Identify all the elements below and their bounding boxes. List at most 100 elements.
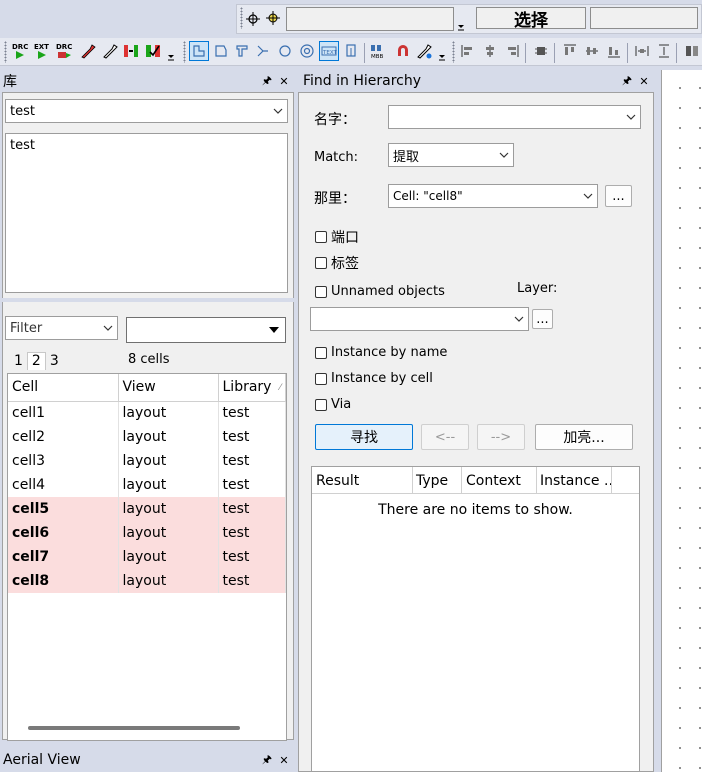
snap-icon[interactable] (265, 10, 283, 28)
where-combo[interactable]: Cell: "cell8" (388, 184, 598, 208)
toolbar-grip-4[interactable] (452, 41, 455, 63)
wire-icon[interactable] (254, 42, 272, 60)
triangle-down-icon (269, 327, 279, 333)
magnet-icon[interactable] (394, 42, 412, 60)
match-select[interactable]: 提取 (388, 143, 514, 167)
column-header-library[interactable]: Library ⁄ (218, 374, 286, 402)
library-list[interactable]: test (5, 133, 288, 293)
previous-button[interactable]: <-- (421, 424, 469, 450)
result-column-type[interactable]: Type (413, 467, 462, 493)
tag-checkbox-box[interactable] (315, 257, 327, 269)
port-checkbox-box[interactable] (315, 231, 327, 243)
wrench-tool-icon[interactable] (101, 42, 119, 60)
toolbar-grip-3[interactable] (183, 41, 186, 63)
filter-dropdown-button[interactable] (263, 319, 285, 341)
distribute-vertical-icon[interactable] (655, 42, 673, 60)
instance-by-cell-checkbox-box[interactable] (315, 372, 327, 385)
page-tab-1[interactable]: 1 (10, 352, 27, 370)
compare-icon[interactable] (122, 42, 140, 60)
via-checkbox[interactable]: Via (315, 397, 351, 412)
circle-icon[interactable] (276, 42, 294, 60)
pin-icon[interactable]: 🖈 (620, 72, 634, 91)
align-bottom-icon[interactable] (605, 42, 623, 60)
align-middle-icon[interactable] (583, 42, 601, 60)
table-row[interactable]: cell7 layout test (8, 545, 286, 569)
library-select[interactable]: test (5, 99, 288, 123)
wrench-settings-icon[interactable] (415, 42, 433, 60)
align-right-icon[interactable] (503, 42, 521, 60)
wrench-red-icon[interactable] (79, 42, 97, 60)
layer-browse-button[interactable]: ... (532, 309, 553, 329)
where-browse-button[interactable]: ... (605, 185, 632, 207)
mbb-icon[interactable]: MBB (370, 42, 388, 60)
tag-checkbox[interactable]: 标签 (315, 253, 359, 273)
instance-by-name-checkbox[interactable]: Instance by name (315, 345, 447, 360)
port-tool-icon[interactable] (342, 42, 360, 60)
crosshair-icon[interactable] (244, 10, 262, 28)
result-column-instance[interactable]: Instance ... (537, 467, 612, 493)
find-button[interactable]: 寻找 (315, 424, 413, 450)
right-status-field[interactable] (590, 7, 698, 29)
page-tab-2[interactable]: 2 (26, 352, 46, 370)
filter-input[interactable] (126, 317, 286, 343)
table-row[interactable]: cell1 layout test (8, 401, 286, 425)
table-row[interactable]: cell6 layout test (8, 521, 286, 545)
next-button[interactable]: --> (477, 424, 525, 450)
pin-icon[interactable]: 🖈 (260, 72, 274, 91)
align-center-icon[interactable] (481, 42, 499, 60)
instance-by-cell-checkbox[interactable]: Instance by cell (315, 371, 433, 386)
result-column-result[interactable]: Result (312, 467, 413, 493)
coordinate-field[interactable] (286, 7, 454, 31)
chevron-down-icon (103, 325, 113, 331)
toolbar-grip-2[interactable] (4, 41, 7, 63)
via-checkbox-box[interactable] (315, 398, 327, 411)
table-row[interactable]: cell8 layout test (8, 569, 286, 593)
highlight-button[interactable]: 加亮... (535, 424, 633, 450)
text-tool-icon[interactable]: TEXT (319, 41, 339, 61)
column-header-cell[interactable]: Cell (8, 374, 119, 402)
donut-icon[interactable] (298, 42, 316, 60)
chip-icon[interactable] (532, 42, 550, 60)
path-icon[interactable] (233, 42, 251, 60)
filter-select[interactable]: Filter (5, 316, 118, 340)
toolbar-overflow-icon-3[interactable] (437, 44, 447, 62)
select-shape-icon[interactable] (189, 41, 209, 61)
horizontal-scrollbar[interactable] (28, 726, 240, 730)
result-column-context[interactable]: Context (462, 467, 537, 493)
table-row[interactable]: cell4 layout test (8, 473, 286, 497)
pin-icon[interactable]: 🖈 (260, 751, 274, 770)
drc-run-icon[interactable]: DRC (11, 42, 29, 60)
table-cell-cell: cell7 (8, 545, 119, 569)
align-left-icon[interactable] (459, 42, 477, 60)
close-icon[interactable]: ✕ (277, 75, 291, 88)
table-row[interactable]: cell2 layout test (8, 425, 286, 449)
close-icon[interactable]: ✕ (637, 75, 651, 88)
distribute-horizontal-icon[interactable] (633, 42, 651, 60)
library-list-item[interactable]: test (10, 138, 283, 153)
chevron-down-icon (273, 108, 283, 114)
toolbar-grip[interactable] (240, 7, 243, 29)
toolbar-overflow-icon[interactable] (456, 14, 466, 32)
close-icon[interactable]: ✕ (277, 754, 291, 767)
polygon-icon[interactable] (212, 42, 230, 60)
unnamed-objects-checkbox[interactable]: Unnamed objects (315, 284, 445, 299)
layout-canvas[interactable] (661, 70, 702, 772)
panel-splitter[interactable] (2, 298, 294, 302)
table-row[interactable]: cell5 layout test (8, 497, 286, 521)
chevron-down-icon (514, 316, 524, 322)
toolbar-overflow-icon-2[interactable] (166, 44, 176, 62)
align-top-icon[interactable] (561, 42, 579, 60)
name-combo[interactable] (388, 105, 641, 129)
select-mode-box[interactable]: 选择 (476, 7, 586, 31)
port-checkbox[interactable]: 端口 (315, 227, 359, 247)
page-tab-3[interactable]: 3 (46, 352, 63, 370)
unnamed-objects-checkbox-box[interactable] (315, 285, 327, 298)
book-icon[interactable] (683, 42, 701, 60)
lvs-check-icon[interactable] (144, 42, 162, 60)
table-row[interactable]: cell3 layout test (8, 449, 286, 473)
instance-by-name-checkbox-box[interactable] (315, 346, 327, 359)
drc-report-icon[interactable]: DRC (55, 42, 73, 60)
column-header-view[interactable]: View (118, 374, 219, 402)
layer-combo[interactable] (310, 307, 529, 331)
ext-run-icon[interactable]: EXT (33, 42, 51, 60)
